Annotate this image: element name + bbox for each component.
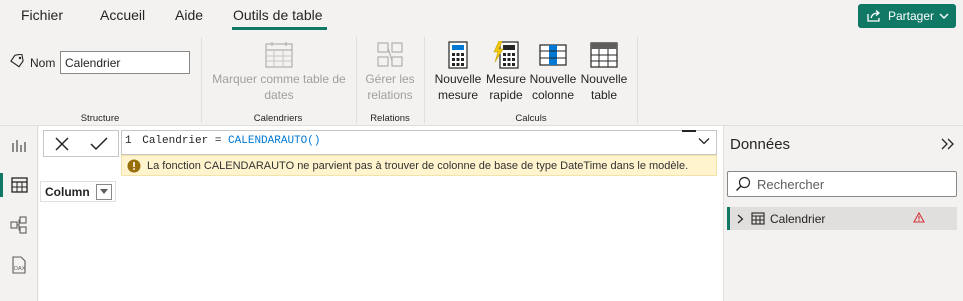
dax-query-view-button[interactable]: DAX [0, 249, 38, 281]
table-grid-icon [10, 177, 28, 193]
data-tree-item-calendrier[interactable]: Calendrier [727, 207, 957, 230]
collapse-pane-icon[interactable] [940, 138, 956, 150]
new-table-button[interactable]: Nouvelle table [579, 41, 629, 103]
calculator-icon [448, 41, 468, 69]
search-placeholder: Rechercher [757, 176, 825, 192]
tag-icon [10, 54, 24, 68]
model-view-button[interactable] [0, 209, 38, 241]
group-divider [637, 37, 638, 123]
new-measure-label: Nouvelle mesure [434, 72, 482, 102]
new-table-icon [590, 42, 618, 68]
data-pane-title: Données [730, 136, 791, 153]
chevron-down-icon [939, 13, 949, 19]
manage-relations-button[interactable]: Gérer les relations [362, 41, 418, 103]
group-divider [201, 37, 202, 123]
group-divider [356, 37, 357, 123]
column-filter-dropdown[interactable] [96, 184, 112, 200]
data-view-button[interactable] [0, 169, 38, 201]
formula-prefix: Calendrier = [142, 135, 229, 147]
manage-relations-label: Gérer les relations [365, 72, 415, 102]
warning-text: La fonction CALENDARAUTO ne parvient pas… [147, 159, 689, 172]
formula-warning: La fonction CALENDARAUTO ne parvient pas… [121, 155, 717, 176]
formula-bar[interactable]: 1 Calendrier = CALENDARAUTO() [121, 130, 717, 155]
tab-outils-de-table[interactable]: Outils de table [233, 7, 323, 23]
group-label-structure: Structure [80, 113, 120, 124]
column-header-label: Column [45, 185, 90, 199]
new-column-label: Nouvelle colonne [529, 72, 577, 102]
data-search-box[interactable]: Rechercher [727, 171, 957, 197]
tab-aide[interactable]: Aide [175, 7, 203, 23]
ribbon: Nom Structure Marquer comme table de dat… [0, 33, 963, 126]
view-switcher-rail: DAX [0, 126, 38, 301]
warning-icon [127, 159, 141, 172]
report-view-button[interactable] [0, 129, 38, 161]
cancel-icon[interactable] [54, 136, 70, 152]
group-label-relations: Relations [370, 113, 410, 124]
new-column-button[interactable]: Nouvelle colonne [528, 41, 578, 103]
quick-measure-label: Mesure rapide [485, 72, 526, 102]
search-icon [736, 176, 751, 191]
group-label-calendriers: Calendriers [253, 113, 303, 124]
share-button[interactable]: Partager [858, 4, 956, 28]
error-triangle-icon [913, 212, 925, 223]
mark-as-date-table-label: Marquer comme table de dates [212, 72, 346, 102]
formula-cursor [682, 130, 696, 132]
ribbon-tab-bar: Fichier Accueil Aide Outils de table Par… [0, 0, 963, 33]
chevron-right-icon[interactable] [737, 214, 744, 224]
bar-chart-icon [12, 140, 26, 152]
new-measure-button[interactable]: Nouvelle mesure [433, 41, 483, 103]
formula-line-number: 1 [125, 135, 132, 147]
new-column-icon [539, 44, 567, 66]
share-icon [867, 10, 881, 22]
tree-item-label: Calendrier [770, 211, 826, 226]
formula-function: CALENDARAUTO() [228, 135, 321, 147]
relationships-icon [377, 42, 403, 67]
tab-accueil[interactable]: Accueil [100, 7, 145, 23]
calendar-icon [265, 42, 293, 68]
share-label: Partager [888, 9, 935, 23]
model-icon [10, 216, 27, 234]
active-tab-indicator [232, 27, 327, 30]
table-name-input[interactable] [60, 51, 190, 74]
group-label-calculs: Calculs [515, 113, 547, 124]
formula-actions [43, 130, 119, 157]
new-table-label: Nouvelle table [580, 72, 628, 102]
calculated-table-icon [751, 212, 765, 225]
quick-measure-icon [493, 41, 519, 69]
name-label: Nom [30, 56, 56, 70]
expand-formula-chevron-icon[interactable] [698, 137, 710, 145]
dax-icon: DAX [12, 256, 26, 274]
caret-down-icon [100, 189, 108, 194]
mark-as-date-table-button[interactable]: Marquer comme table de dates [208, 41, 350, 103]
svg-text:DAX: DAX [14, 266, 26, 272]
tab-fichier[interactable]: Fichier [21, 7, 63, 23]
group-divider [424, 37, 425, 123]
commit-check-icon[interactable] [89, 136, 109, 152]
quick-measure-button[interactable]: Mesure rapide [485, 41, 527, 103]
